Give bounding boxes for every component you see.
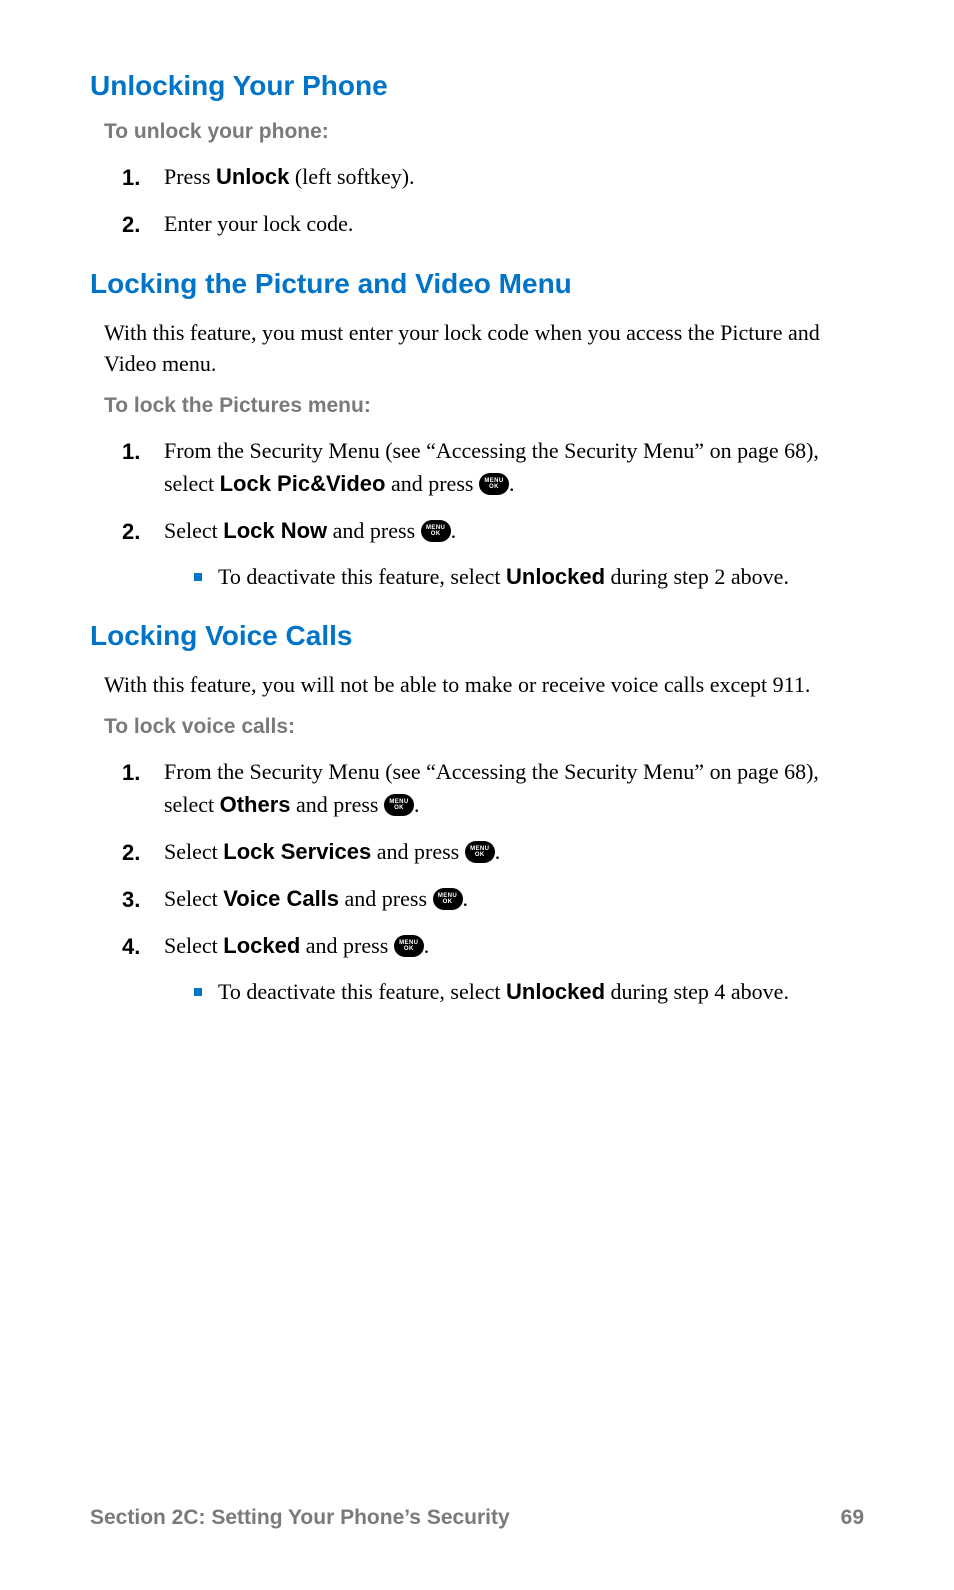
menu-ok-icon: MENUOK xyxy=(384,794,414,816)
footer-page-number: 69 xyxy=(841,1506,864,1530)
step-item: From the Security Menu (see “Accessing t… xyxy=(104,755,864,821)
bold-term: Voice Calls xyxy=(223,886,339,911)
section-intro: With this feature, you will not be able … xyxy=(104,670,864,701)
section-heading: Locking Voice Calls xyxy=(90,620,864,652)
menu-ok-icon: MENUOK xyxy=(479,473,509,495)
step-item: From the Security Menu (see “Accessing t… xyxy=(104,434,864,500)
page-content: Unlocking Your Phone To unlock your phone… xyxy=(90,70,864,1008)
bold-term: Lock Pic&Video xyxy=(220,471,386,496)
section-intro: With this feature, you must enter your l… xyxy=(104,318,864,380)
step-item: Select Voice Calls and press MENUOK. xyxy=(104,882,864,915)
step-item: Press Unlock (left softkey). xyxy=(104,160,864,193)
menu-ok-icon: MENUOK xyxy=(421,520,451,542)
section-heading: Unlocking Your Phone xyxy=(90,70,864,102)
bold-term: Unlocked xyxy=(506,564,605,589)
step-list: Press Unlock (left softkey). Enter your l… xyxy=(104,160,864,240)
bold-term: Locked xyxy=(223,933,300,958)
menu-ok-icon: MENUOK xyxy=(465,841,495,863)
section-heading: Locking the Picture and Video Menu xyxy=(90,268,864,300)
bold-term: Lock Now xyxy=(223,518,327,543)
bold-term: Unlocked xyxy=(506,979,605,1004)
bold-term: Others xyxy=(220,792,291,817)
footer-section-label: Section 2C: Setting Your Phone’s Securit… xyxy=(90,1506,510,1530)
section-subheading: To lock the Pictures menu: xyxy=(104,394,864,418)
step-list: From the Security Menu (see “Accessing t… xyxy=(104,755,864,1008)
step-item: Select Lock Now and press MENUOK.To deac… xyxy=(104,514,864,593)
section-subheading: To unlock your phone: xyxy=(104,120,864,144)
step-item: Enter your lock code. xyxy=(104,207,864,240)
step-list: From the Security Menu (see “Accessing t… xyxy=(104,434,864,593)
sub-bullet: To deactivate this feature, select Unloc… xyxy=(194,561,864,593)
step-item: Select Lock Services and press MENUOK. xyxy=(104,835,864,868)
section-subheading: To lock voice calls: xyxy=(104,715,864,739)
step-item: Select Locked and press MENUOK.To deacti… xyxy=(104,929,864,1008)
bold-term: Unlock xyxy=(216,164,289,189)
menu-ok-icon: MENUOK xyxy=(433,888,463,910)
bold-term: Lock Services xyxy=(223,839,371,864)
page-footer: Section 2C: Setting Your Phone’s Securit… xyxy=(90,1506,864,1530)
sub-bullet: To deactivate this feature, select Unloc… xyxy=(194,976,864,1008)
menu-ok-icon: MENUOK xyxy=(394,935,424,957)
